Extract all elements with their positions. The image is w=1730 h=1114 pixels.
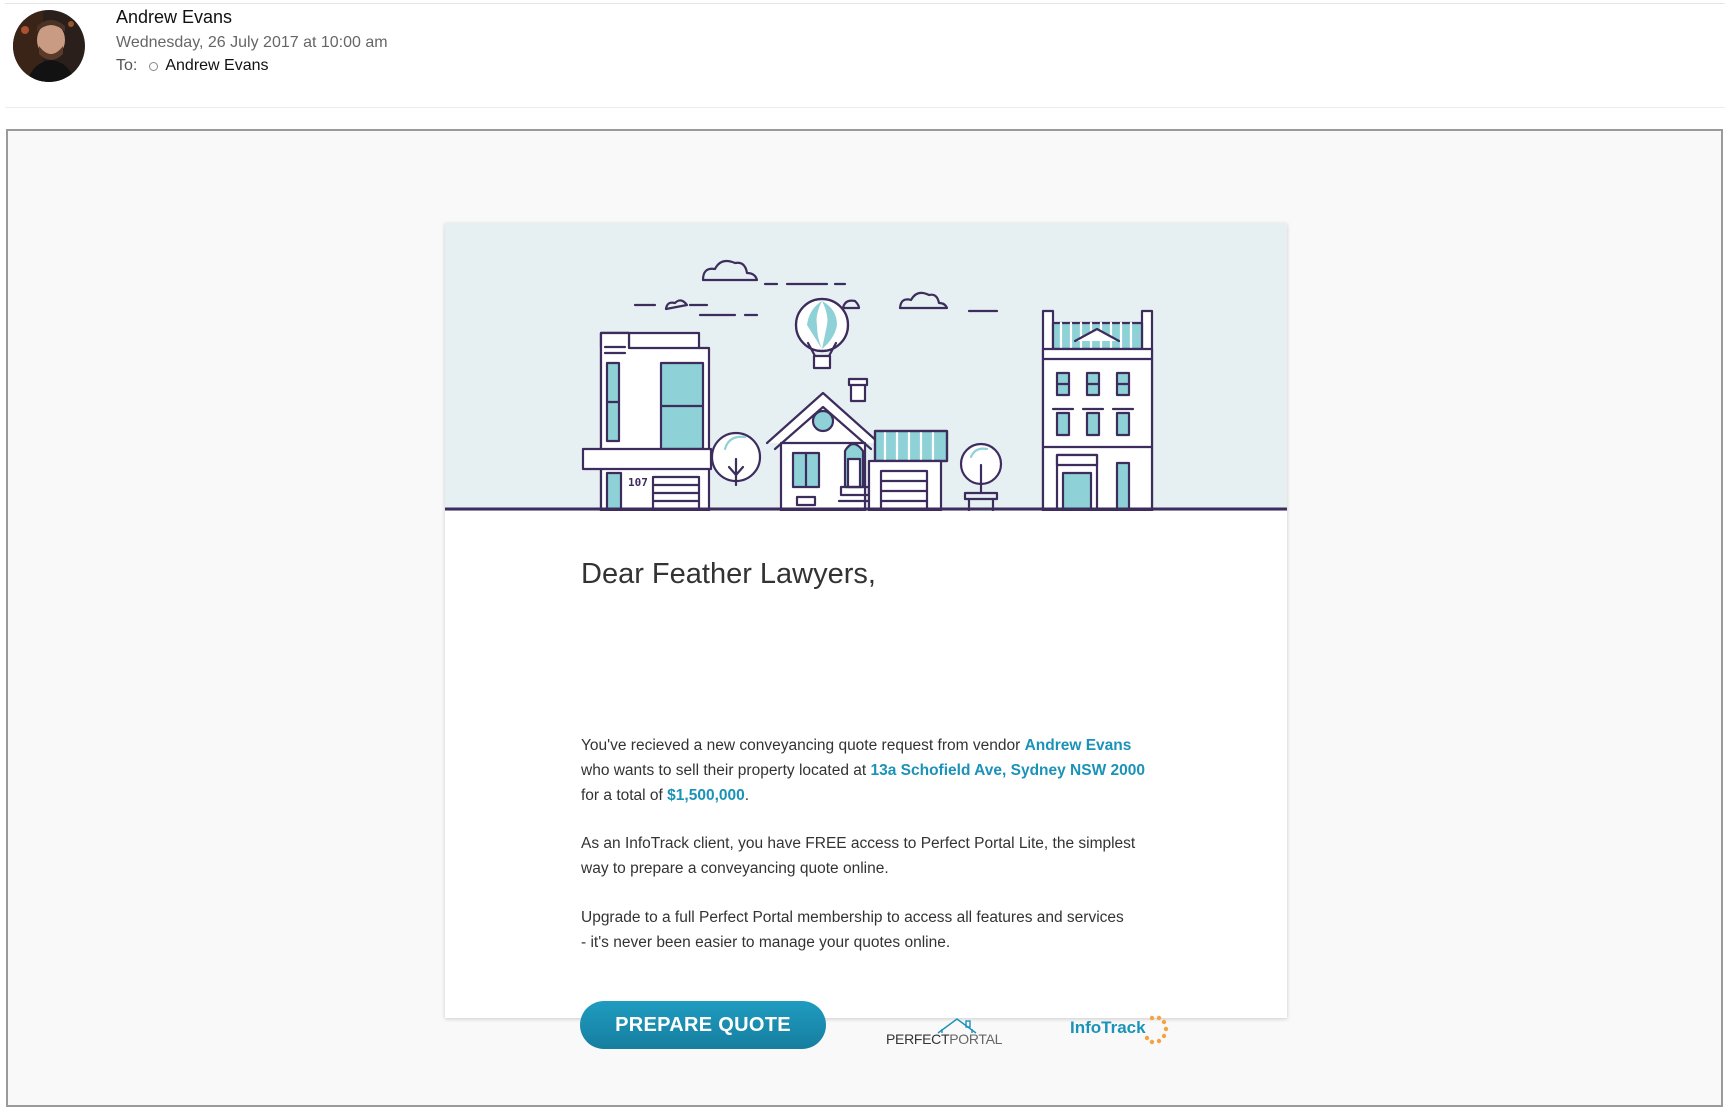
perfect-portal-text: PERFECT (886, 1031, 950, 1047)
hero-banner: 107 (445, 223, 1287, 511)
infotrack-logo[interactable]: InfoTrack (1070, 1007, 1170, 1057)
upgrade-paragraph: Upgrade to a full Perfect Portal members… (581, 905, 1181, 955)
house-number: 107 (628, 476, 648, 489)
sender-avatar[interactable] (13, 10, 85, 82)
recipient-row: To: Andrew Evans (116, 57, 269, 75)
sender-name: Andrew Evans (116, 7, 233, 27)
paragraph-line: Upgrade to a full Perfect Portal members… (581, 909, 1124, 926)
free-access-paragraph: As an InfoTrack client, you have FREE ac… (581, 831, 1181, 881)
property-address-link[interactable]: 13a Schofield Ave, Sydney NSW 2000 (870, 762, 1145, 779)
vendor-name-link[interactable]: Andrew Evans (1025, 737, 1132, 754)
paragraph-line: - it's never been easier to manage your … (581, 934, 951, 951)
prepare-quote-button[interactable]: PREPARE QUOTE (580, 1001, 826, 1049)
price-amount: $1,500,000 (667, 787, 745, 804)
message-body: 107 Dear Feather Lawyers, You've recieve… (6, 129, 1723, 1107)
infotrack-dots-icon (1144, 1015, 1169, 1045)
contact-status-icon (149, 61, 159, 71)
header-divider (5, 107, 1725, 108)
paragraph-line: As an InfoTrack client, you have FREE ac… (581, 835, 1136, 852)
paragraph-text: . (744, 787, 750, 804)
paragraph-text: who wants to sell their property located… (581, 762, 871, 779)
greeting: Dear Feather Lawyers, (581, 558, 876, 590)
top-divider (5, 3, 1725, 4)
quote-request-paragraph: You've recieved a new conveyancing quote… (581, 733, 1181, 808)
house-street-illustration (445, 259, 1287, 511)
paragraph-text: for a total of (581, 787, 668, 804)
recipient-name[interactable]: Andrew Evans (165, 57, 268, 75)
sent-date: Wednesday, 26 July 2017 at 10:00 am (116, 34, 388, 51)
infotrack-logo-text: InfoTrack (1070, 1018, 1146, 1037)
perfect-portal-text-2: PORTAL (949, 1031, 1003, 1047)
paragraph-line: way to prepare a conveyancing quote onli… (581, 860, 889, 877)
perfect-portal-logo[interactable]: PERFECTPORTAL (886, 1007, 1002, 1057)
paragraph-text: You've recieved a new conveyancing quote… (581, 737, 1025, 754)
to-label: To: (116, 57, 138, 74)
email-card: 107 Dear Feather Lawyers, You've recieve… (445, 223, 1287, 1049)
